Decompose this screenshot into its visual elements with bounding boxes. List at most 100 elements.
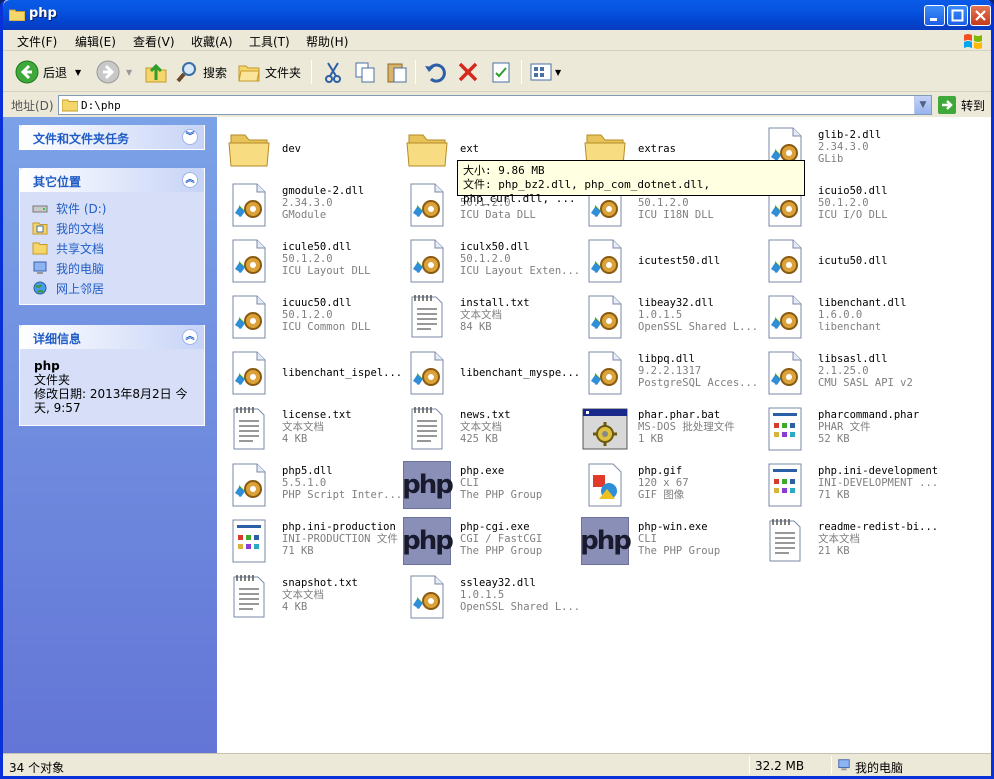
dll-file-icon: [403, 181, 451, 229]
undo-button[interactable]: [423, 58, 447, 86]
cut-button[interactable]: [321, 58, 345, 86]
file-item[interactable]: ssleay32.dll 1.0.1.5 OpenSSL Shared L...: [403, 571, 580, 623]
properties-icon: [492, 62, 510, 83]
file-info: php.gif 120 x 67 GIF 图像: [638, 465, 758, 501]
address-input[interactable]: D:\php ▼: [58, 95, 932, 115]
menu-file[interactable]: 文件(F): [17, 33, 57, 50]
file-item[interactable]: libpq.dll 9.2.2.1317 PostgreSQL Acces...: [581, 347, 758, 399]
network-globe-icon: [33, 281, 47, 295]
place-drive-d[interactable]: 软件 (D:): [32, 198, 204, 218]
close-button[interactable]: [970, 5, 991, 26]
dll-file-icon: [225, 349, 273, 397]
file-info: libeay32.dll 1.0.1.5 OpenSSL Shared L...: [638, 297, 758, 333]
file-item[interactable]: install.txt 文本文档 84 KB: [403, 291, 578, 343]
ini-file-icon: [761, 405, 809, 453]
other-places-header[interactable]: 其它位置 ︽: [20, 168, 204, 192]
file-item[interactable]: license.txt 文本文档 4 KB: [225, 403, 400, 455]
file-item[interactable]: php.ini-production INI-PRODUCTION 文件 71 KB: [225, 515, 400, 567]
menu-favorites[interactable]: 收藏(A): [191, 33, 233, 50]
file-info: glib-2.dll 2.34.3.0 GLib: [818, 129, 938, 165]
dll-file-icon: [581, 349, 629, 397]
place-label: 网上邻居: [56, 281, 105, 296]
place-my-computer[interactable]: 我的电脑: [32, 258, 204, 278]
copy-button[interactable]: [353, 58, 377, 86]
other-places-panel: 其它位置 ︽ 软件 (D:) 我的文档 共享文档 我的电脑 网上邻居: [19, 168, 205, 305]
chevron-down-icon[interactable]: ︾: [182, 129, 198, 145]
file-info: libsasl.dll 2.1.25.0 CMU SASL API v2: [818, 353, 938, 389]
file-detail-2: 21 KB: [818, 545, 850, 557]
file-item[interactable]: gmodule-2.dll 2.34.3.0 GModule: [225, 179, 400, 231]
delete-button[interactable]: [456, 58, 480, 86]
file-detail-2: 71 KB: [818, 489, 850, 501]
chevron-up-icon[interactable]: ︽: [182, 172, 198, 188]
file-name: icuio50.dll: [818, 185, 888, 197]
file-info: snapshot.txt 文本文档 4 KB: [282, 577, 402, 613]
file-item[interactable]: php php-cgi.exe CGI / FastCGI The PHP Group: [402, 515, 578, 567]
details-name: php: [34, 359, 60, 373]
address-dropdown-icon[interactable]: ▼: [914, 96, 931, 114]
status-location: 我的电脑: [855, 761, 904, 775]
minimize-button[interactable]: [924, 5, 945, 26]
file-item[interactable]: phar.phar.bat MS-DOS 批处理文件 1 KB: [581, 403, 756, 455]
dll-file-icon: [581, 293, 629, 341]
up-button[interactable]: [144, 58, 168, 86]
folders-button[interactable]: 文件夹: [237, 58, 301, 86]
back-dropdown-icon[interactable]: ▼: [75, 68, 81, 77]
toolbar-separator: [311, 60, 312, 84]
search-button[interactable]: 搜索: [175, 58, 227, 86]
file-name: php.ini-production: [282, 521, 396, 533]
place-my-documents[interactable]: 我的文档: [32, 218, 204, 238]
menu-help[interactable]: 帮助(H): [306, 33, 348, 50]
details-header[interactable]: 详细信息 ︽: [20, 325, 204, 349]
file-item[interactable]: php5.dll 5.5.1.0 PHP Script Inter...: [225, 459, 402, 511]
forward-dropdown-icon[interactable]: ▼: [126, 68, 132, 77]
dll-file-icon: [225, 181, 273, 229]
file-item[interactable]: libenchant.dll 1.6.0.0 libenchant: [761, 291, 936, 343]
file-item[interactable]: snapshot.txt 文本文档 4 KB: [225, 571, 400, 623]
file-item[interactable]: libeay32.dll 1.0.1.5 OpenSSL Shared L...: [581, 291, 758, 343]
menu-edit[interactable]: 编辑(E): [75, 33, 116, 50]
place-network[interactable]: 网上邻居: [32, 278, 204, 298]
text-file-icon: [761, 517, 809, 565]
file-item[interactable]: php.gif 120 x 67 GIF 图像: [581, 459, 756, 511]
file-tasks-header[interactable]: 文件和文件夹任务 ︾: [20, 125, 204, 149]
paste-button[interactable]: [385, 58, 409, 86]
chevron-up-icon[interactable]: ︽: [182, 329, 198, 345]
file-detail-2: 52 KB: [818, 433, 850, 445]
file-item[interactable]: pharcommand.phar PHAR 文件 52 KB: [761, 403, 936, 455]
text-file-icon: [225, 573, 273, 621]
file-item[interactable]: libsasl.dll 2.1.25.0 CMU SASL API v2: [761, 347, 936, 399]
folder-icon: [62, 99, 78, 112]
file-item[interactable]: libenchant_ispel...: [225, 347, 402, 399]
file-info: readme-redist-bi... 文本文档 21 KB: [818, 521, 938, 557]
explorer-window: php 文件(F) 编辑(E) 查看(V) 收藏(A) 工具(T) 帮助(H) …: [0, 0, 994, 779]
views-dropdown-icon[interactable]: ▼: [555, 68, 561, 77]
file-item[interactable]: icuuc50.dll 50.1.2.0 ICU Common DLL: [225, 291, 400, 343]
file-item[interactable]: php php-win.exe CLI The PHP Group: [580, 515, 756, 567]
forward-button[interactable]: ▼: [96, 58, 132, 86]
paste-icon: [387, 63, 407, 83]
file-item[interactable]: php.ini-development INI-DEVELOPMENT ... 71…: [761, 459, 938, 511]
place-shared-documents[interactable]: 共享文档: [32, 238, 204, 258]
file-item[interactable]: icule50.dll 50.1.2.0 ICU Layout DLL: [225, 235, 400, 287]
menu-tools[interactable]: 工具(T): [249, 33, 290, 50]
maximize-button[interactable]: [947, 5, 968, 26]
file-item[interactable]: icutest50.dll: [581, 235, 756, 287]
drive-icon: [32, 205, 48, 213]
file-item[interactable]: news.txt 文本文档 425 KB: [403, 403, 578, 455]
back-button[interactable]: 后退 ▼: [15, 58, 81, 86]
file-detail-2: The PHP Group: [460, 489, 543, 501]
file-item[interactable]: libenchant_myspe...: [403, 347, 580, 399]
go-button[interactable]: 转到: [938, 96, 985, 114]
properties-button[interactable]: [489, 58, 513, 86]
file-item[interactable]: dev: [225, 123, 400, 175]
file-item[interactable]: iculx50.dll 50.1.2.0 ICU Layout Exten...: [403, 235, 580, 287]
menu-view[interactable]: 查看(V): [133, 33, 175, 50]
folder-icon: [403, 125, 451, 173]
file-item[interactable]: icutu50.dll: [761, 235, 936, 287]
views-button[interactable]: ▼: [529, 58, 561, 86]
file-item[interactable]: php php.exe CLI The PHP Group: [402, 459, 578, 511]
other-places-title: 其它位置: [33, 175, 82, 189]
title-bar[interactable]: php: [3, 0, 991, 30]
file-item[interactable]: readme-redist-bi... 文本文档 21 KB: [761, 515, 938, 567]
